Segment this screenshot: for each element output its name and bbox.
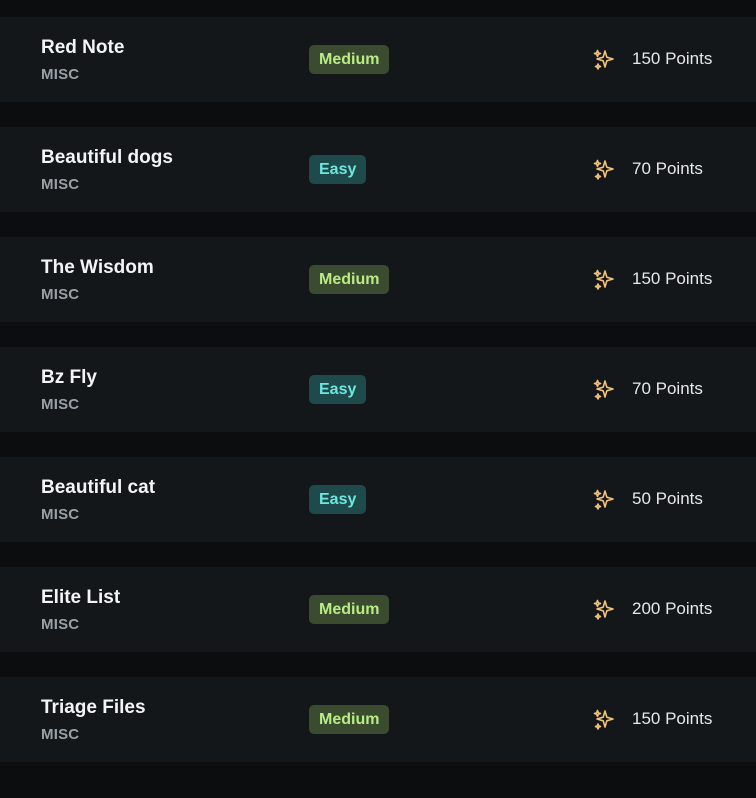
- challenge-category: MISC: [41, 506, 80, 523]
- challenge-points: 150 Points: [632, 709, 713, 728]
- sparkles-icon: [593, 49, 614, 70]
- sparkles-icon: [593, 489, 614, 510]
- challenge-row-the-wisdom[interactable]: The Wisdom MISC Medium 150 Points: [0, 237, 756, 322]
- challenge-row-triage-files[interactable]: Triage Files MISC Medium 150 Points: [0, 677, 756, 762]
- challenge-points: 150 Points: [632, 269, 713, 288]
- challenge-category: MISC: [41, 726, 80, 743]
- sparkles-icon: [593, 159, 614, 180]
- challenge-points: 50 Points: [632, 489, 703, 508]
- challenge-points: 70 Points: [632, 159, 703, 178]
- sparkles-icon: [593, 599, 614, 620]
- challenge-title: The Wisdom: [41, 257, 154, 278]
- challenge-row-red-note[interactable]: Red Note MISC Medium 150 Points: [0, 17, 756, 102]
- challenge-title: Beautiful cat: [41, 477, 156, 498]
- challenge-points: 70 Points: [632, 379, 703, 398]
- challenge-row-bz-fly[interactable]: Bz Fly MISC Easy 70 Points: [0, 347, 756, 432]
- difficulty-badge: Easy: [309, 155, 367, 184]
- challenge-row-elite-list[interactable]: Elite List MISC Medium 200 Points: [0, 567, 756, 652]
- difficulty-badge: Medium: [309, 595, 390, 624]
- difficulty-badge: Medium: [309, 705, 390, 734]
- sparkles-icon: [593, 379, 614, 400]
- challenge-title: Triage Files: [41, 697, 146, 718]
- challenge-points: 200 Points: [632, 599, 713, 618]
- difficulty-badge: Easy: [309, 485, 367, 514]
- challenge-title: Red Note: [41, 37, 125, 58]
- challenge-title: Beautiful dogs: [41, 147, 173, 168]
- difficulty-badge: Easy: [309, 375, 367, 404]
- challenge-category: MISC: [41, 286, 80, 303]
- challenge-title: Elite List: [41, 587, 121, 608]
- challenge-points: 150 Points: [632, 49, 713, 68]
- challenge-row-beautiful-dogs[interactable]: Beautiful dogs MISC Easy 70 Points: [0, 127, 756, 212]
- challenge-category: MISC: [41, 66, 80, 83]
- sparkles-icon: [593, 709, 614, 730]
- challenge-list: Red Note MISC Medium 150 Points Beautifu…: [0, 0, 756, 798]
- challenge-category: MISC: [41, 176, 80, 193]
- challenge-title: Bz Fly: [41, 367, 97, 388]
- challenge-category: MISC: [41, 396, 80, 413]
- sparkles-icon: [593, 269, 614, 290]
- difficulty-badge: Medium: [309, 45, 390, 74]
- challenge-category: MISC: [41, 616, 80, 633]
- difficulty-badge: Medium: [309, 265, 390, 294]
- challenge-row-beautiful-cat[interactable]: Beautiful cat MISC Easy 50 Points: [0, 457, 756, 542]
